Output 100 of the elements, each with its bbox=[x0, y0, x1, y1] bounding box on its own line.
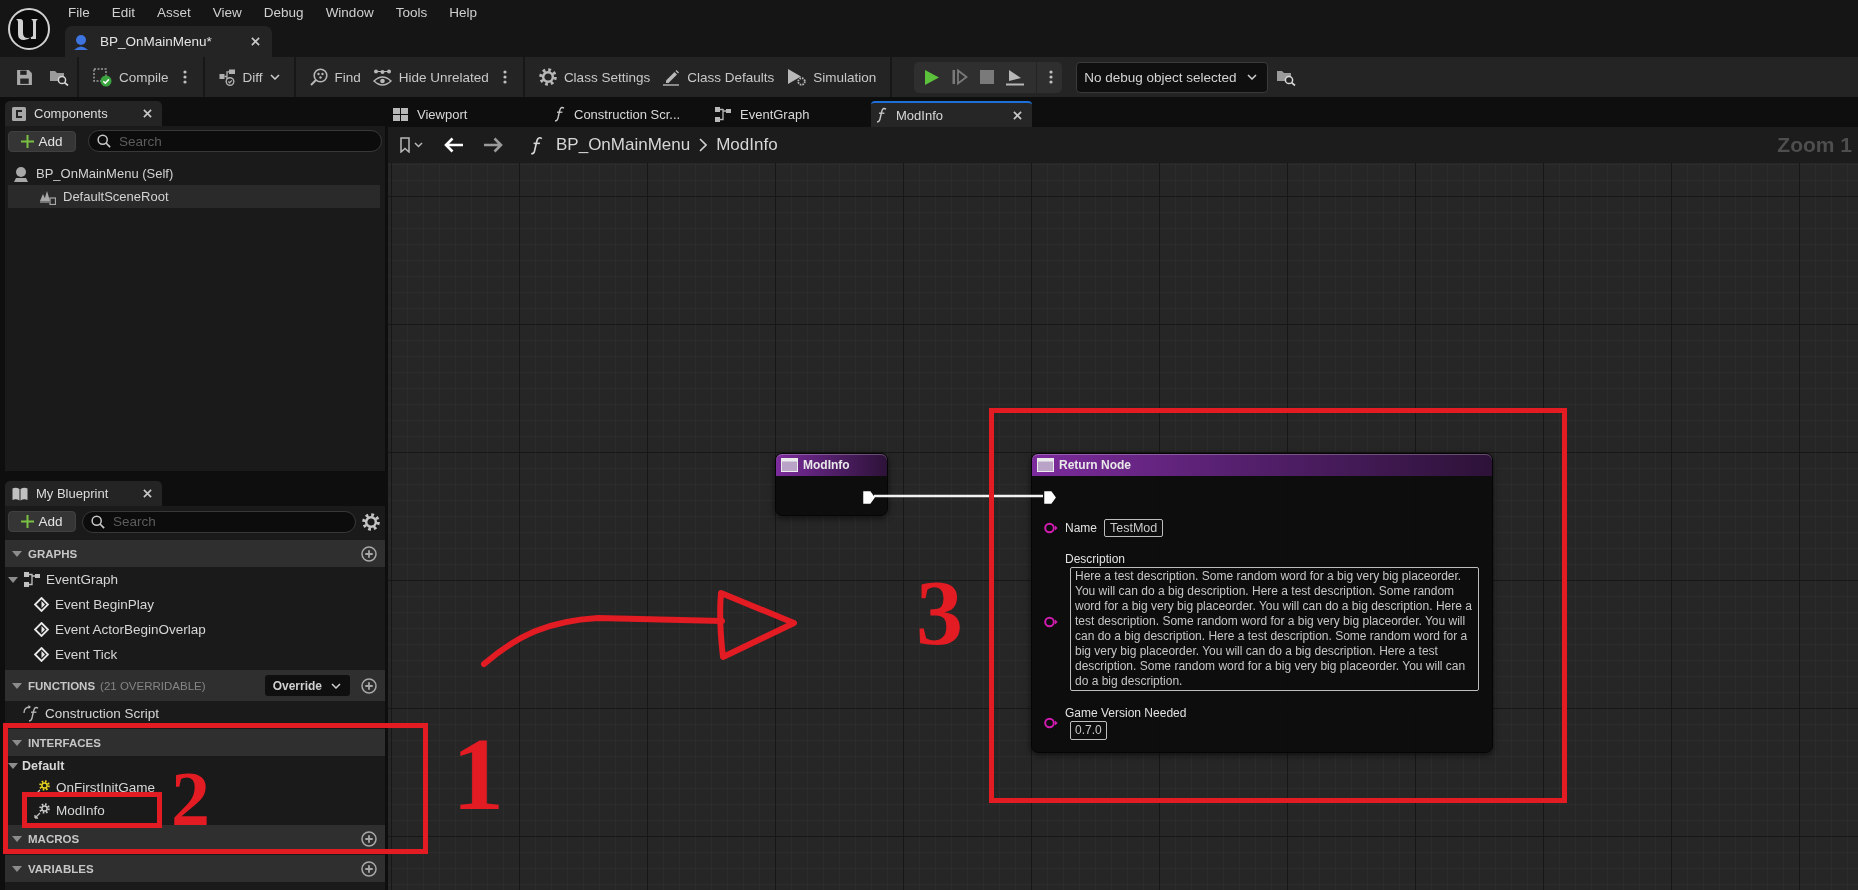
menu-item[interactable]: File bbox=[57, 4, 101, 20]
pin-icon[interactable] bbox=[1044, 717, 1058, 729]
expander-icon[interactable] bbox=[12, 550, 22, 557]
toolbar-button[interactable]: Hide Unrelated bbox=[366, 62, 495, 92]
menu-item[interactable]: Asset bbox=[146, 4, 202, 20]
diff-icon bbox=[218, 68, 236, 86]
graph-icon bbox=[715, 106, 731, 122]
text-box[interactable]: 0.7.0 bbox=[1070, 721, 1107, 740]
menu-item[interactable]: Tools bbox=[384, 4, 439, 20]
text-field[interactable]: TestMod bbox=[1104, 519, 1164, 537]
breadcrumb-link[interactable]: BP_OnMainMenu bbox=[556, 135, 691, 155]
toolbar-button[interactable]: Compile bbox=[87, 62, 175, 92]
function-arrow-icon bbox=[23, 705, 39, 722]
toolbar-button[interactable]: Class Defaults bbox=[656, 62, 781, 92]
node-icon bbox=[1037, 458, 1054, 472]
exec-pin-icon[interactable] bbox=[1044, 491, 1056, 504]
debug-object-dropdown[interactable]: No debug object selected bbox=[1076, 61, 1268, 93]
add-icon[interactable] bbox=[361, 545, 377, 562]
function-item[interactable]: Construction Script bbox=[5, 701, 385, 726]
close-icon[interactable] bbox=[1013, 110, 1022, 120]
toolbar-button[interactable]: Find bbox=[303, 62, 367, 92]
toolbar-button[interactable]: Simulation bbox=[780, 62, 883, 92]
add-icon[interactable] bbox=[361, 830, 377, 847]
event-item[interactable]: Event ActorBeginOverlap bbox=[5, 617, 385, 642]
graph-tab[interactable]: ModInfo bbox=[871, 101, 1032, 127]
menu-item[interactable]: Window bbox=[314, 4, 385, 20]
expander-icon[interactable] bbox=[12, 835, 22, 842]
close-icon[interactable] bbox=[143, 109, 152, 118]
toolbar-button[interactable]: Diff bbox=[212, 62, 286, 92]
event-item[interactable]: Event Tick bbox=[5, 642, 385, 667]
menu-item[interactable]: View bbox=[201, 4, 253, 20]
add-icon[interactable] bbox=[361, 677, 377, 694]
folder-search-icon[interactable] bbox=[1275, 68, 1296, 86]
stop-icon[interactable] bbox=[980, 70, 995, 84]
more-icon[interactable] bbox=[1049, 70, 1054, 84]
graph-item[interactable]: EventGraph bbox=[5, 567, 385, 592]
section-header[interactable]: VARIABLES bbox=[5, 855, 385, 882]
annotation-number: 1 bbox=[452, 722, 504, 826]
forward-arrow-icon[interactable] bbox=[483, 137, 503, 153]
search-field[interactable]: Search bbox=[88, 130, 382, 152]
menu-item[interactable]: Edit bbox=[100, 4, 147, 20]
function-icon bbox=[876, 107, 887, 123]
close-icon[interactable] bbox=[143, 489, 152, 498]
function-entry-node[interactable]: ModInfo bbox=[775, 453, 888, 516]
search-icon bbox=[97, 134, 111, 148]
return-node[interactable] bbox=[1031, 453, 1493, 753]
event-item[interactable]: Event BeginPlay bbox=[5, 592, 385, 617]
expander-icon[interactable] bbox=[8, 576, 18, 583]
plus-icon bbox=[21, 134, 35, 148]
expander-icon[interactable] bbox=[8, 763, 18, 769]
back-arrow-icon[interactable] bbox=[444, 137, 464, 153]
breadcrumb-current: ModInfo bbox=[716, 135, 778, 155]
graph-tab[interactable]: Construction Scr... bbox=[549, 101, 710, 127]
search-icon bbox=[91, 514, 105, 529]
node-title: ModInfo bbox=[803, 458, 850, 472]
panel-tab[interactable]: Components bbox=[5, 101, 162, 126]
tree-item[interactable]: BP_OnMainMenu (Self) bbox=[8, 162, 380, 185]
graph-tab[interactable]: Viewport bbox=[388, 101, 549, 127]
event-icon bbox=[34, 647, 49, 662]
add-button[interactable]: Add bbox=[8, 511, 76, 532]
expander-icon[interactable] bbox=[12, 682, 22, 689]
annotation-number: 3 bbox=[916, 565, 963, 659]
person-icon bbox=[73, 33, 89, 50]
document-tab[interactable]: BP_OnMainMenu* bbox=[65, 26, 272, 57]
node-title: Return Node bbox=[1059, 458, 1131, 472]
more-icon[interactable] bbox=[182, 70, 187, 84]
expander-icon[interactable] bbox=[12, 739, 22, 746]
add-button[interactable]: Add bbox=[8, 130, 76, 152]
section-header[interactable]: INTERFACES bbox=[5, 729, 385, 756]
section-header[interactable]: FUNCTIONS (21 OVERRIDABLE) Override bbox=[5, 670, 385, 701]
menu-item[interactable]: Debug bbox=[252, 4, 315, 20]
search-icon bbox=[309, 68, 328, 86]
save-icon[interactable] bbox=[16, 68, 33, 86]
eject-icon[interactable] bbox=[1006, 68, 1025, 86]
folder-search-icon[interactable] bbox=[49, 68, 69, 86]
section-title: FUNCTIONS bbox=[28, 679, 96, 692]
more-icon[interactable] bbox=[502, 70, 507, 84]
expander-icon[interactable] bbox=[12, 865, 22, 872]
panel-tab[interactable]: My Blueprint bbox=[5, 481, 162, 506]
close-icon[interactable] bbox=[251, 37, 260, 46]
bookmark-icon[interactable] bbox=[400, 137, 424, 153]
graph-tab[interactable]: EventGraph bbox=[710, 101, 871, 127]
exec-pin-icon[interactable] bbox=[863, 491, 875, 504]
pin-icon[interactable] bbox=[1044, 522, 1058, 534]
menu-item[interactable]: Help bbox=[438, 4, 488, 20]
section-header[interactable]: GRAPHS bbox=[5, 540, 385, 567]
event-icon bbox=[34, 622, 49, 637]
tree-item[interactable]: DefaultSceneRoot bbox=[8, 185, 380, 208]
gear-icon[interactable] bbox=[362, 512, 380, 531]
book-icon bbox=[12, 486, 28, 501]
graph-icon bbox=[24, 572, 40, 587]
override-dropdown[interactable]: Override bbox=[264, 675, 350, 696]
add-icon[interactable] bbox=[361, 860, 377, 877]
function-icon bbox=[530, 135, 543, 155]
search-field[interactable]: Search bbox=[82, 510, 356, 533]
play-icon[interactable] bbox=[924, 68, 941, 86]
step-icon[interactable] bbox=[952, 69, 969, 85]
text-box[interactable]: Here a test description. Some random word for a big very big placeorder. You will can do a big description. Here a test description. Some random word for a big very big placeorder. You will can do a big description. Here a test description. Some random word for a big very big placeorder. You will can do a big description. Here a test description. Some random word for a big very big placeorder. You will can do a big description. Here a test description. Some random word for a big very big placeorder. You will can do a big description. bbox=[1070, 567, 1479, 691]
toolbar-button[interactable]: Class Settings bbox=[532, 62, 657, 92]
pin-icon[interactable] bbox=[1044, 615, 1058, 628]
